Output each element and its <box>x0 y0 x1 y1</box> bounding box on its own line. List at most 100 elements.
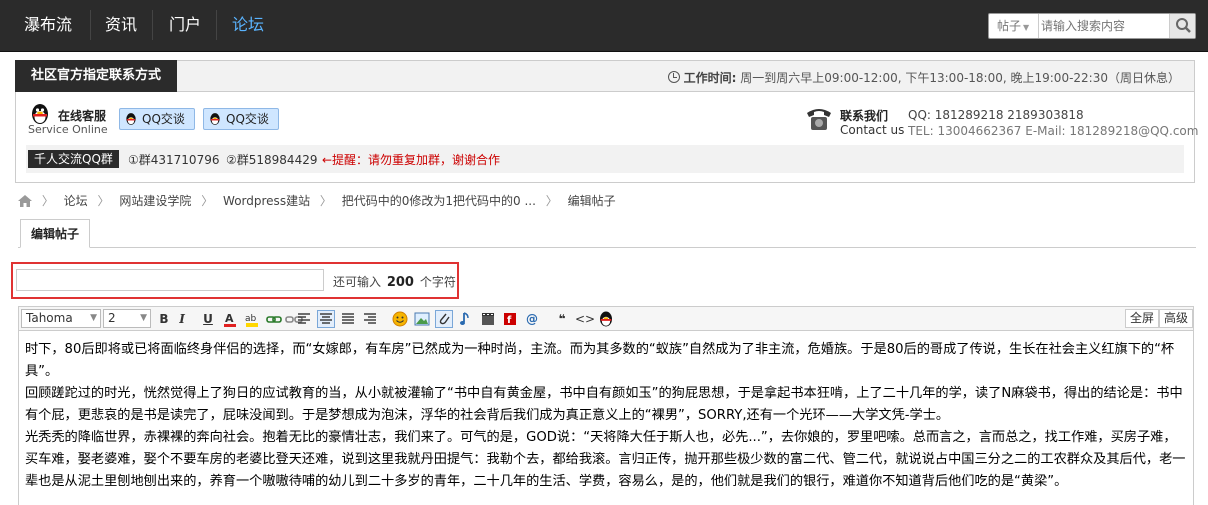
clock-icon <box>667 71 680 83</box>
video-icon <box>482 313 494 325</box>
breadcrumb-separator: 〉 <box>201 194 214 208</box>
qq-groups-label: 千人交流QQ群 <box>28 150 119 168</box>
content-paragraph: 光秃秃的降临世界，赤裸裸的奔向社会。抱着无比的豪情壮志，我们来了。可气的是，GO… <box>25 430 1186 489</box>
nav-portal[interactable]: 门户 <box>157 14 213 36</box>
font-color-button[interactable]: A <box>221 310 239 328</box>
nav-forum[interactable]: 论坛 <box>220 14 276 36</box>
nav-waterfall[interactable]: 瀑布流 <box>12 14 84 36</box>
font-size-select[interactable]: 2 ▼ <box>103 309 151 328</box>
align-right-button[interactable] <box>361 310 379 328</box>
image-icon <box>414 312 430 326</box>
insert-link-button[interactable] <box>265 310 283 328</box>
content-paragraph: 时下，80后即将或已将面临终身伴侣的选择，而“女嫁郎，有车房”已然成为一种时尚，… <box>25 342 1175 379</box>
paperclip-icon <box>439 313 450 325</box>
contact-panel-header: 社区官方指定联系方式 工作时间: 周一到周六早上09:00-12:00, 下午1… <box>15 60 1194 92</box>
remain-count: 200 <box>386 275 414 290</box>
title-remaining-chars: 还可输入 200 个字符 <box>333 273 456 290</box>
align-center-icon <box>320 313 332 324</box>
at-icon: @ <box>526 312 538 326</box>
home-icon[interactable] <box>18 194 32 207</box>
search-input[interactable] <box>1041 16 1169 36</box>
qq-penguin-icon <box>600 311 612 327</box>
breadcrumb-separator: 〉 <box>97 194 110 208</box>
nav-separator <box>152 10 153 40</box>
qq-penguin-icon <box>210 113 220 125</box>
content-paragraph: 回顾蹉跎过的时光，恍然觉得上了狗日的应试教育的当，从小就被灌输了“书中自有黄金屋… <box>25 386 1183 423</box>
breadcrumb-web-academy[interactable]: 网站建设学院 <box>119 194 191 208</box>
quote-icon: ❝ <box>558 312 566 326</box>
font-color-icon: A <box>224 312 236 327</box>
hours-text: 周一到周六早上09:00-12:00, 下午13:00-18:00, 晚上19:… <box>740 71 1180 85</box>
font-family-select[interactable]: Tahoma ▼ <box>21 309 101 328</box>
insert-audio-button[interactable] <box>457 310 475 328</box>
music-note-icon <box>460 312 469 325</box>
contact-tel-email: TEL: 13004662367 E-Mail: 181289218@QQ.co… <box>908 124 1199 138</box>
nav-news[interactable]: 资讯 <box>93 14 149 36</box>
fullscreen-button[interactable]: 全屏 <box>1125 309 1160 328</box>
qq-chat-label: QQ交谈 <box>142 112 185 126</box>
flash-icon: f <box>504 313 516 326</box>
contact-us-en: Contact us <box>840 123 905 137</box>
attachment-button[interactable] <box>435 310 453 328</box>
post-content-editor[interactable]: 时下，80后即将或已将面临终身伴侣的选择，而“女嫁郎，有车房”已然成为一种时尚，… <box>18 330 1194 505</box>
font-size-value: 2 <box>108 311 116 325</box>
chevron-down-icon: ▼ <box>1023 23 1030 32</box>
svg-text:f: f <box>507 315 512 326</box>
telephone-icon <box>807 109 831 130</box>
breadcrumb-wordpress[interactable]: Wordpress建站 <box>223 194 310 208</box>
chevron-down-icon: ▼ <box>90 313 97 323</box>
background-color-button[interactable]: ab <box>243 310 261 328</box>
contact-qq-numbers: QQ: 181289218 2189303818 <box>908 108 1084 122</box>
mention-button[interactable]: @ <box>523 310 541 328</box>
align-center-button[interactable] <box>317 310 335 328</box>
font-family-value: Tahoma <box>26 311 73 325</box>
top-nav: 瀑布流 资讯 门户 论坛 帖子 ▼ <box>0 0 1208 52</box>
search-scope-label: 帖子 <box>997 19 1022 33</box>
code-button[interactable]: <> <box>575 310 596 328</box>
italic-button[interactable]: I <box>173 310 191 328</box>
highlighter-icon: ab <box>245 314 258 327</box>
insert-video-button[interactable] <box>479 310 497 328</box>
breadcrumb-forum[interactable]: 论坛 <box>64 194 88 208</box>
breadcrumb-current: 编辑帖子 <box>567 194 616 208</box>
insert-image-button[interactable] <box>413 310 431 328</box>
code-icon: <> <box>575 312 596 326</box>
smiley-icon <box>392 311 408 327</box>
remain-prefix: 还可输入 <box>333 275 382 289</box>
qq-group-1[interactable]: ①群431710796 <box>128 151 219 168</box>
bold-button[interactable]: B <box>155 310 173 328</box>
insert-qq-button[interactable] <box>597 310 615 328</box>
contact-us-cn: 联系我们 <box>840 109 889 123</box>
qq-chat-button-1[interactable]: QQ交谈 <box>119 108 195 130</box>
qq-group-2[interactable]: ②群518984429 <box>226 151 317 168</box>
breadcrumb: 〉 论坛 〉 网站建设学院 〉 Wordpress建站 〉 把代码中的0修改为1… <box>18 192 616 209</box>
qq-group-warning: ←提醒：请勿重复加群，谢谢合作 <box>322 153 501 167</box>
emoji-button[interactable] <box>391 310 409 328</box>
tab-edit-post[interactable]: 编辑帖子 <box>20 219 91 248</box>
insert-flash-button[interactable]: f <box>501 310 519 328</box>
post-title-input[interactable] <box>16 269 324 291</box>
service-label-cn: 在线客服 <box>58 109 107 123</box>
underline-button[interactable]: U <box>199 310 217 328</box>
quote-button[interactable]: ❝ <box>553 310 571 328</box>
align-justify-button[interactable] <box>339 310 357 328</box>
nav-separator <box>90 10 91 40</box>
breadcrumb-thread[interactable]: 把代码中的0修改为1把代码中的0 ... <box>342 194 536 208</box>
align-left-icon <box>298 313 310 324</box>
qq-penguin-icon <box>32 104 48 124</box>
align-left-button[interactable] <box>295 310 313 328</box>
svg-text:ab: ab <box>245 314 257 324</box>
align-justify-icon <box>342 313 354 324</box>
chevron-down-icon: ▼ <box>140 313 147 323</box>
search-button[interactable] <box>1169 14 1195 38</box>
remain-suffix: 个字符 <box>419 275 456 289</box>
editor-toolbar: Tahoma ▼ 2 ▼ B I U A ab f @ ❝ <> 全屏 高级 <box>18 306 1194 330</box>
align-right-icon <box>364 313 376 324</box>
qq-chat-button-2[interactable]: QQ交谈 <box>203 108 279 130</box>
contact-panel: 社区官方指定联系方式 工作时间: 周一到周六早上09:00-12:00, 下午1… <box>15 60 1199 183</box>
breadcrumb-separator: 〉 <box>41 194 54 208</box>
service-label-en: Service Online <box>28 123 108 136</box>
search-scope-select[interactable]: 帖子 ▼ <box>989 14 1039 38</box>
breadcrumb-separator: 〉 <box>545 194 558 208</box>
advanced-mode-button[interactable]: 高级 <box>1159 309 1193 328</box>
